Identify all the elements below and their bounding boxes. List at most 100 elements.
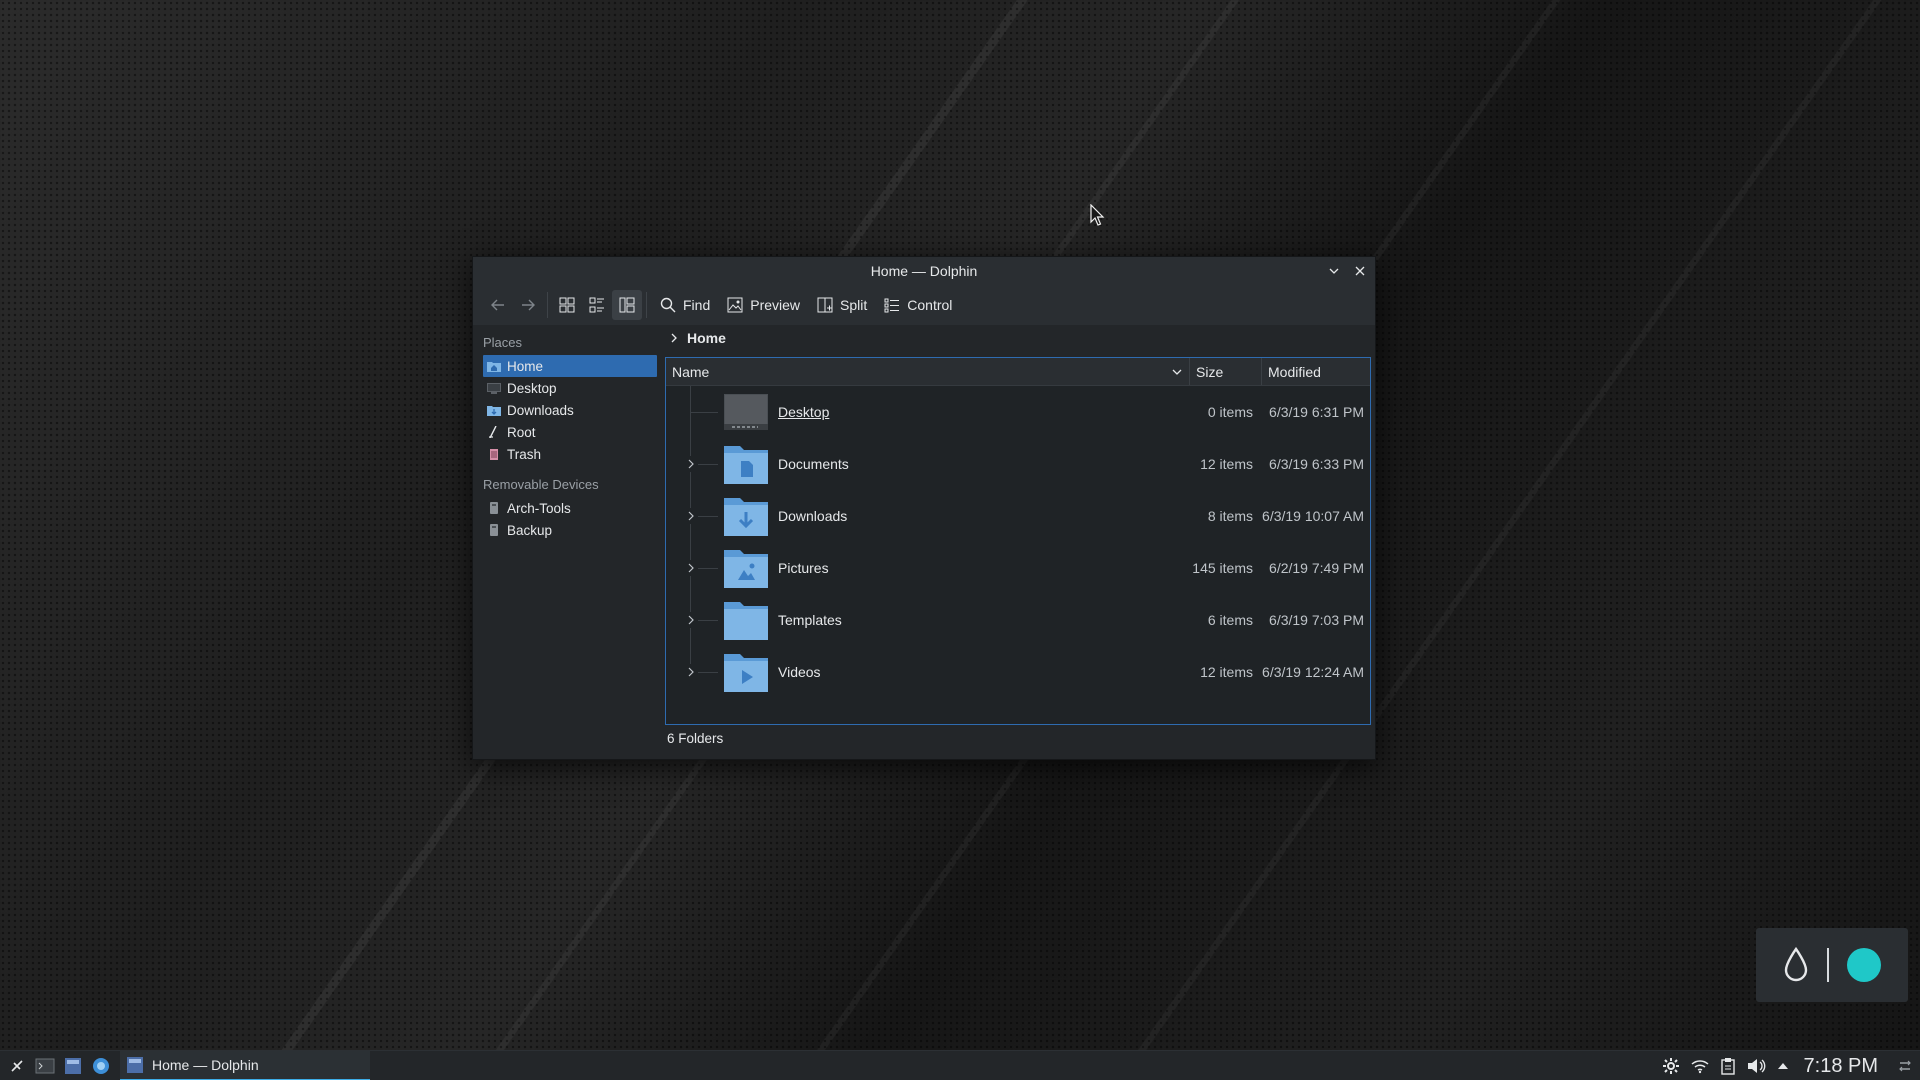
modified-column-header[interactable]: Modified xyxy=(1262,358,1370,385)
name-column-label: Name xyxy=(672,363,710,380)
expand-button[interactable] xyxy=(684,456,698,472)
expand-button[interactable] xyxy=(684,560,698,576)
file-name: Videos xyxy=(778,664,821,680)
arrow-left-icon xyxy=(491,299,504,311)
details-view[interactable]: Name Size Modified Desktop 0 items 6/3/1… xyxy=(665,357,1371,725)
table-row[interactable]: Downloads 8 items 6/3/19 10:07 AM xyxy=(666,490,1370,542)
sidebar-item-arch-tools[interactable]: Arch-Tools xyxy=(483,497,657,519)
file-modified: 6/3/19 7:03 PM xyxy=(1269,612,1364,628)
sidebar-item-label: Downloads xyxy=(507,402,574,418)
system-tray: 7:18 PM xyxy=(1662,1051,1920,1080)
home-folder-icon xyxy=(487,360,501,372)
minimize-button[interactable] xyxy=(1325,262,1343,280)
places-panel: Places Home Desktop Downloads Root Trash… xyxy=(473,325,659,759)
file-manager-launcher[interactable] xyxy=(62,1055,84,1077)
browser-launcher[interactable] xyxy=(90,1055,112,1077)
chevron-down-icon xyxy=(1172,369,1182,375)
volume-icon[interactable] xyxy=(1746,1057,1766,1075)
droplet-icon[interactable] xyxy=(1783,947,1809,983)
sidebar-item-home[interactable]: Home xyxy=(483,355,657,377)
toolbar-separator xyxy=(547,292,548,318)
digital-clock[interactable]: 7:18 PM xyxy=(1804,1055,1878,1078)
split-label: Split xyxy=(840,297,868,313)
icons-view-button[interactable] xyxy=(552,290,582,320)
chevron-right-icon xyxy=(688,667,694,677)
file-name: Templates xyxy=(778,612,842,628)
size-column-label: Size xyxy=(1196,363,1224,380)
chevron-right-icon xyxy=(688,459,694,469)
widget-divider xyxy=(1827,948,1829,982)
toolbar-separator xyxy=(646,292,647,318)
downloads-folder-icon xyxy=(724,498,768,536)
application-launcher-button[interactable] xyxy=(6,1055,28,1077)
desktop-folder-icon xyxy=(724,394,768,430)
menu-list-icon xyxy=(884,298,900,313)
taskbar-task-dolphin[interactable]: Home — Dolphin xyxy=(120,1050,370,1080)
places-heading: Places xyxy=(483,335,523,350)
settings-gear-icon[interactable] xyxy=(1662,1057,1680,1075)
breadcrumb-home[interactable]: Home xyxy=(687,330,726,346)
main-view-area: Home Name Size Modified Desktop 0 items … xyxy=(663,325,1371,759)
dolphin-app-icon xyxy=(127,1056,143,1073)
close-icon xyxy=(1355,266,1365,276)
chevron-right-icon xyxy=(688,615,694,625)
table-row[interactable]: Documents 12 items 6/3/19 6:33 PM xyxy=(666,438,1370,490)
name-column-header[interactable]: Name xyxy=(666,358,1190,385)
removable-devices-heading: Removable Devices xyxy=(483,477,599,492)
launcher-icon xyxy=(11,1059,23,1072)
sidebar-item-root[interactable]: Root xyxy=(483,421,657,443)
pictures-folder-icon xyxy=(724,550,768,588)
documents-folder-icon xyxy=(724,446,768,484)
table-row[interactable]: Desktop 0 items 6/3/19 6:31 PM xyxy=(666,386,1370,438)
color-widget[interactable] xyxy=(1756,928,1908,1002)
table-row[interactable]: Pictures 145 items 6/2/19 7:49 PM xyxy=(666,542,1370,594)
chevron-right-icon xyxy=(688,511,694,521)
file-modified: 6/3/19 10:07 AM xyxy=(1262,508,1364,524)
templates-folder-icon xyxy=(724,602,768,640)
sidebar-item-backup[interactable]: Backup xyxy=(483,519,657,541)
sidebar-item-label: Root xyxy=(507,424,536,440)
split-view-icon xyxy=(817,297,833,313)
tray-expand-icon[interactable] xyxy=(1776,1059,1790,1073)
details-view-button[interactable] xyxy=(612,290,642,320)
clipboard-icon[interactable] xyxy=(1720,1057,1736,1075)
task-label: Home — Dolphin xyxy=(152,1056,259,1073)
size-column-header[interactable]: Size xyxy=(1190,358,1262,385)
drive-icon xyxy=(487,502,501,514)
terminal-icon xyxy=(35,1058,55,1073)
file-manager-icon xyxy=(65,1057,81,1074)
search-icon xyxy=(660,297,676,313)
title-bar[interactable]: Home — Dolphin xyxy=(473,257,1375,285)
breadcrumb[interactable]: Home xyxy=(663,325,1371,351)
file-size: 145 items xyxy=(1192,560,1253,576)
file-size: 12 items xyxy=(1200,456,1253,472)
drive-icon xyxy=(487,524,501,536)
image-preview-icon xyxy=(727,297,743,313)
split-button[interactable]: Split xyxy=(808,290,875,320)
terminal-launcher[interactable] xyxy=(34,1055,56,1077)
table-row[interactable]: Templates 6 items 6/3/19 7:03 PM xyxy=(666,594,1370,646)
close-button[interactable] xyxy=(1351,262,1369,280)
preview-button[interactable]: Preview xyxy=(718,290,808,320)
file-size: 6 items xyxy=(1207,612,1253,628)
file-modified: 6/2/19 7:49 PM xyxy=(1269,560,1364,576)
sidebar-item-trash[interactable]: Trash xyxy=(483,443,657,465)
file-size: 8 items xyxy=(1207,508,1253,524)
compact-view-button[interactable] xyxy=(582,290,612,320)
wifi-icon[interactable] xyxy=(1690,1058,1710,1074)
forward-button[interactable] xyxy=(513,290,543,320)
table-row[interactable]: Videos 12 items 6/3/19 12:24 AM xyxy=(666,646,1370,698)
panel-settings-icon[interactable] xyxy=(1898,1059,1912,1073)
sidebar-item-desktop[interactable]: Desktop xyxy=(483,377,657,399)
control-label: Control xyxy=(907,297,953,313)
expand-button[interactable] xyxy=(684,664,698,680)
control-menu-button[interactable]: Control xyxy=(875,290,960,320)
sidebar-item-downloads[interactable]: Downloads xyxy=(483,399,657,421)
find-button[interactable]: Find xyxy=(651,290,718,320)
expand-button[interactable] xyxy=(684,612,698,628)
expand-button[interactable] xyxy=(684,508,698,524)
file-size: 0 items xyxy=(1207,404,1253,420)
color-swatch[interactable] xyxy=(1847,948,1881,982)
file-name: Desktop xyxy=(778,404,830,420)
back-button[interactable] xyxy=(483,290,513,320)
